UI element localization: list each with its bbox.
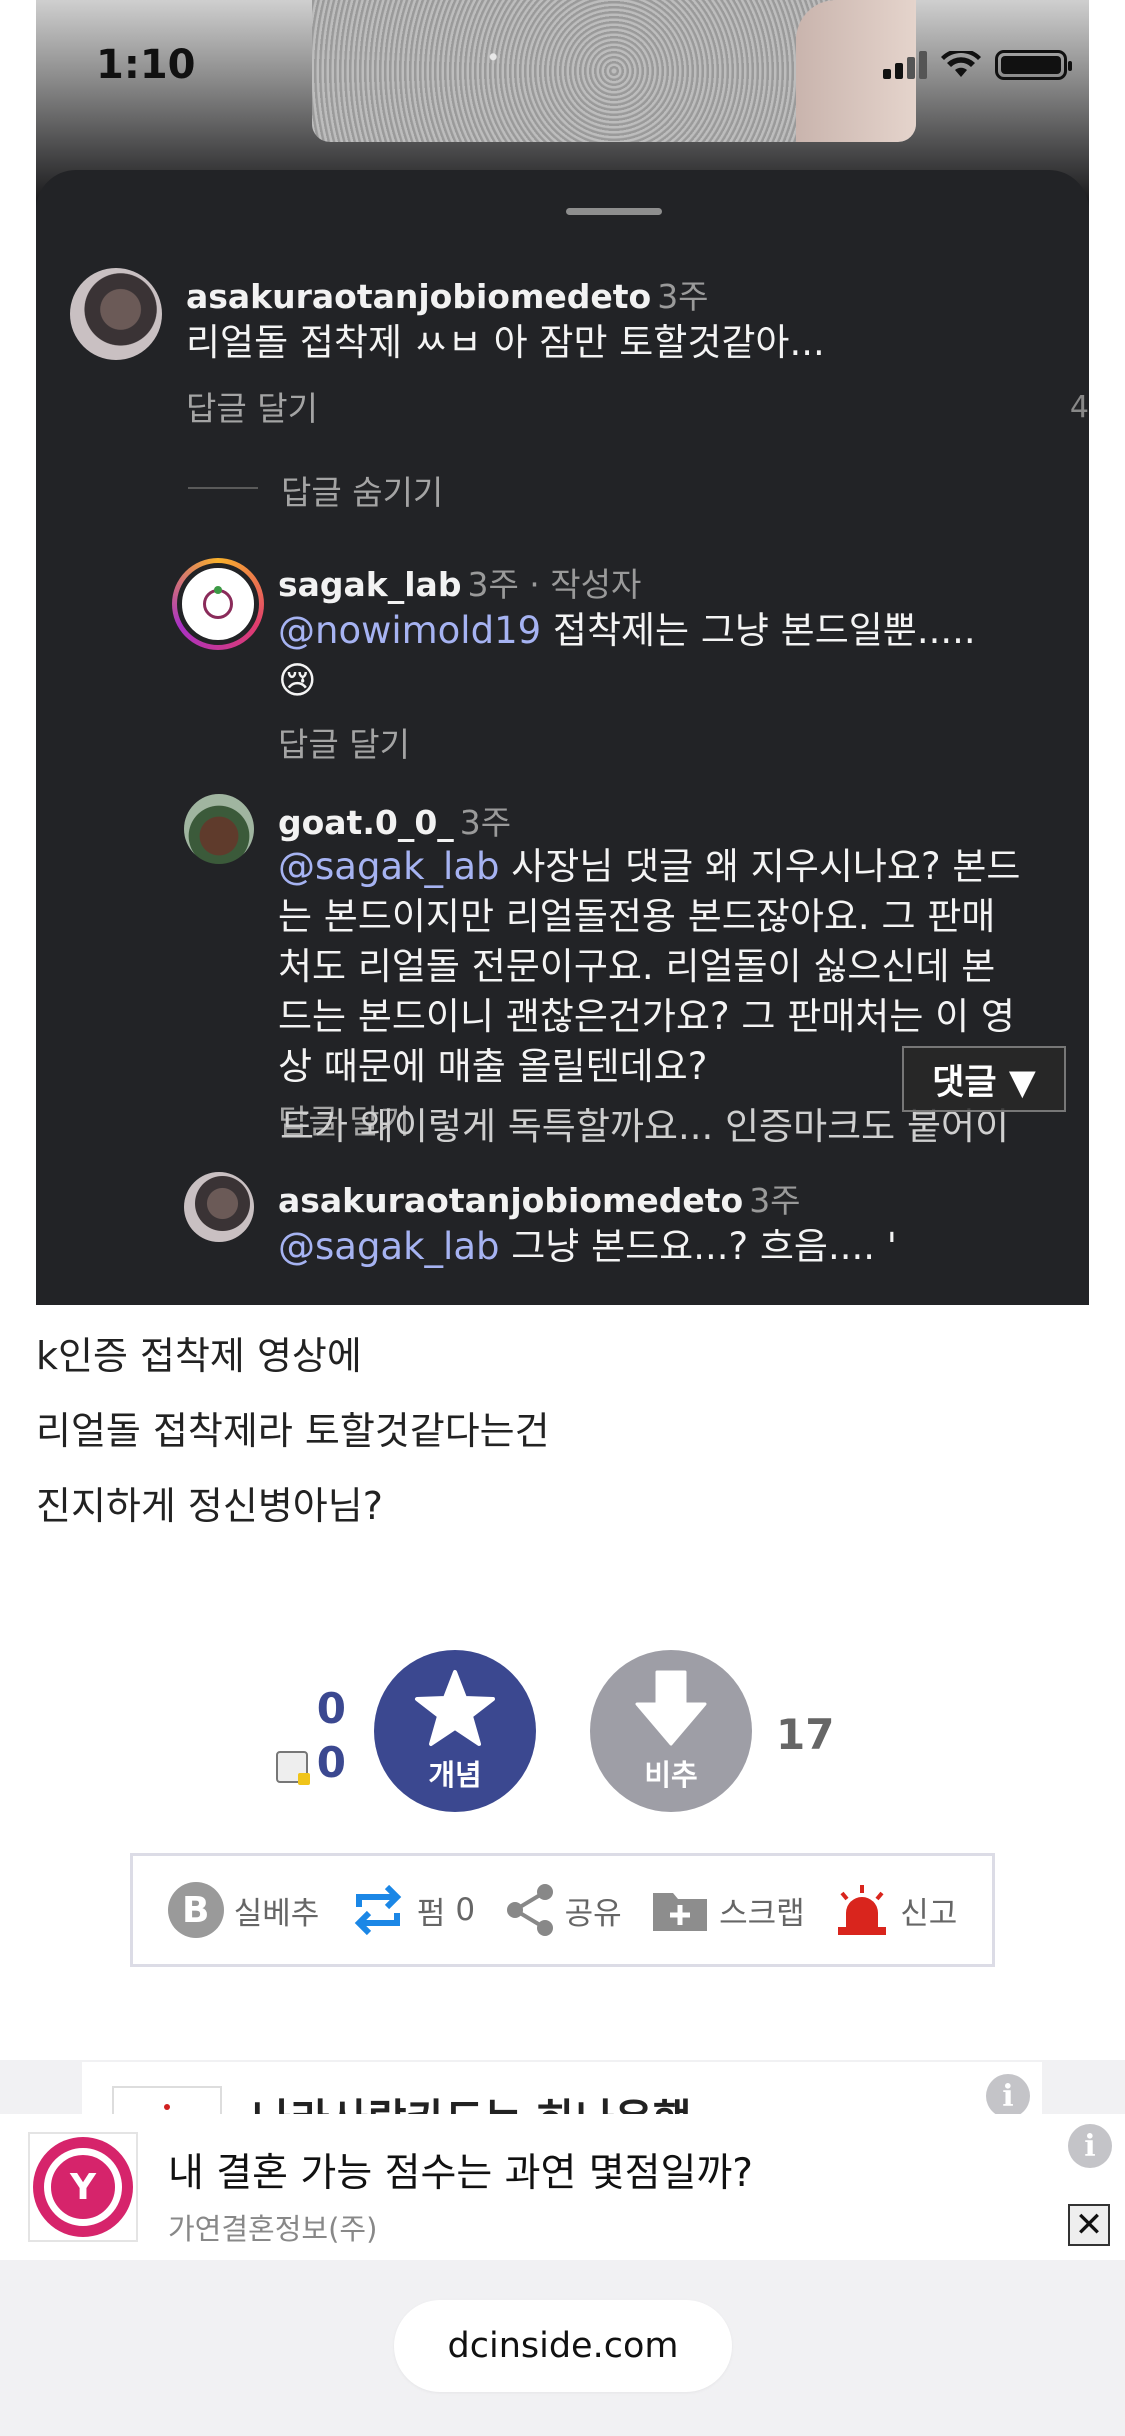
scrap-label: 스크랩 xyxy=(719,1895,805,1932)
downvote-label: 비추 xyxy=(644,1758,698,1792)
browser-url-bar[interactable]: dcinside.com xyxy=(394,2300,732,2392)
best-recommend-label: 실베추 xyxy=(233,1895,320,1932)
best-recommend-button[interactable]: B 실베추 xyxy=(167,1882,320,1938)
retweet-button[interactable]: 펌0 xyxy=(349,1885,475,1935)
share-icon xyxy=(505,1883,555,1937)
like-count-partial: 4 xyxy=(1069,390,1089,425)
avatar xyxy=(172,558,264,650)
divider xyxy=(188,487,258,489)
video-thumbnail xyxy=(312,0,916,142)
report-button[interactable]: 신고 xyxy=(834,1883,957,1937)
comment-button: 댓글 ▼ xyxy=(902,1046,1066,1112)
upvote-button[interactable]: 개념 xyxy=(374,1650,536,1812)
b-icon: B xyxy=(167,1882,224,1938)
embedded-screenshot: 1:10 4 asakuraotanjobiomedeto 3주 리얼돌 접착제 … xyxy=(36,0,1089,1305)
avatar xyxy=(184,794,254,864)
downvote-button[interactable]: 비추 xyxy=(590,1650,752,1812)
upvote-label: 개념 xyxy=(428,1758,482,1792)
ad-logo: Y xyxy=(28,2132,138,2242)
comment-user: asakuraotanjobiomedeto 3주 xyxy=(278,1181,801,1220)
comment-text-clipped: 드가 왜이렇게 독특할까요... 인증마크도 붙어이 xyxy=(280,1105,1010,1148)
comment-text: 리얼돌 접착제 ㅆㅂ 아 잠만 토할것같아... xyxy=(186,321,825,364)
retweet-icon xyxy=(349,1885,407,1935)
avatar xyxy=(70,268,162,360)
comment-user: asakuraotanjobiomedeto 3주 xyxy=(186,277,709,316)
upvote-count: 0 xyxy=(316,1684,346,1733)
scrap-button[interactable]: 스크랩 xyxy=(651,1887,805,1933)
comment-text: @sagak_lab 그냥 본드요...? 흐음.... ' xyxy=(278,1225,897,1268)
ad-sponsor: 가연결혼정보(주) xyxy=(168,2212,378,2246)
avatar xyxy=(184,1172,254,1242)
ad-close-button[interactable]: ✕ xyxy=(1068,2204,1110,2246)
arrow-down-icon xyxy=(635,1670,707,1746)
fixed-user-upvote-count: 0 xyxy=(316,1738,346,1787)
status-time: 1:10 xyxy=(96,42,196,88)
share-button[interactable]: 공유 xyxy=(505,1883,622,1937)
downvote-count: 17 xyxy=(776,1710,835,1759)
report-label: 신고 xyxy=(900,1895,958,1932)
ad-info-icon[interactable]: i xyxy=(986,2074,1030,2118)
post-text-line: 진지하게 정신병아님? xyxy=(36,1484,383,1528)
folder-plus-icon xyxy=(651,1887,709,1933)
signal-icon xyxy=(883,51,927,79)
status-icons xyxy=(883,50,1072,80)
post-text-line: k인증 접착제 영상에 xyxy=(36,1334,362,1378)
reply-link: 답글 달기 xyxy=(186,389,318,428)
ad-info-icon[interactable]: i xyxy=(1068,2124,1112,2168)
comment-text: @nowimold19 접착제는 그냥 본드일뿐..... 😢 xyxy=(278,609,976,702)
retweet-label: 펌 xyxy=(416,1895,446,1932)
page: 1:10 4 asakuraotanjobiomedeto 3주 리얼돌 접착제 … xyxy=(0,0,1125,2436)
ad-banner-peek[interactable]: 나라사랑카드는 하나은행 xyxy=(82,2062,1042,2118)
comment-user: goat.0_0_ 3주 xyxy=(278,803,512,842)
retweet-count: 0 xyxy=(455,1892,476,1928)
ad-title: 내 결혼 가능 점수는 과연 몇점일까? xyxy=(168,2151,754,2196)
battery-icon xyxy=(995,50,1072,80)
wifi-icon xyxy=(941,51,981,77)
star-icon xyxy=(415,1670,495,1746)
reply-link: 답글 달기 xyxy=(278,725,410,764)
post-action-bar: B 실베추 펌0 공유 스크랩 신고 xyxy=(130,1853,995,1967)
post-text-line: 리얼돌 접착제라 토할것같다는건 xyxy=(36,1409,550,1453)
share-label: 공유 xyxy=(564,1895,622,1932)
siren-icon xyxy=(834,1883,890,1937)
ad-banner[interactable]: Y 내 결혼 가능 점수는 과연 몇점일까? 가연결혼정보(주) xyxy=(0,2114,1125,2260)
comment-user: sagak_lab 3주 · 작성자 xyxy=(278,565,642,604)
sheet-grabber xyxy=(566,208,662,215)
hide-replies-link: 답글 숨기기 xyxy=(281,473,444,512)
